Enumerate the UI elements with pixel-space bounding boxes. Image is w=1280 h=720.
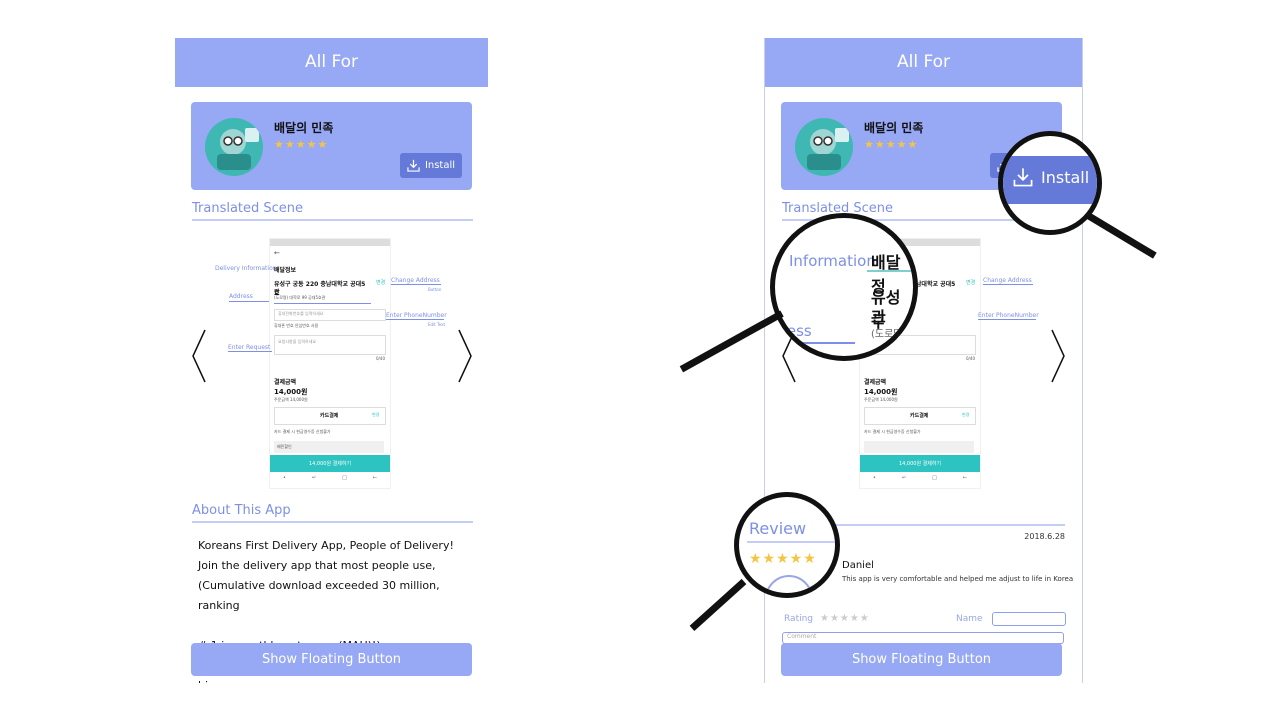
label-enter-phone: Enter PhoneNumber [386, 312, 447, 319]
char-counter: 0/40 [376, 356, 385, 361]
payment-title: 결제금액 [274, 379, 297, 386]
pay-button[interactable]: 14,000원 결제하기 [270, 455, 390, 472]
label-enter-phone: Enter PhoneNumber [978, 312, 1039, 319]
label-change-address: Change Address [391, 277, 440, 284]
magnifier-review-handle [689, 578, 747, 631]
nav-home-icon: □ [342, 475, 347, 481]
magnifier-information: Information 배달정 유성구 관 (도로명) ress [770, 213, 918, 361]
nav-recent-icon: ↵ [901, 475, 907, 481]
card-change-link[interactable]: 변경 [962, 412, 969, 418]
rating-label: Rating [784, 614, 814, 624]
show-floating-button[interactable]: Show Floating Button [781, 643, 1062, 676]
label-button: Button [428, 287, 442, 292]
chevron-right-icon[interactable] [1050, 328, 1066, 384]
about-line: (Cumulative download exceeded 30 million… [198, 579, 440, 612]
about-title: About This App [192, 503, 473, 523]
request-input[interactable]: 요청사항을 입력하세요 [278, 339, 316, 345]
translated-scene-title: Translated Scene [192, 201, 473, 221]
change-link[interactable]: 변경 [966, 279, 975, 286]
pay-note: 카드 결제 시 현금영수증 신청불가 [864, 429, 921, 434]
payment-title: 결제금액 [864, 379, 887, 386]
rating-input-stars[interactable]: ★★★★★ [820, 613, 870, 624]
app-icon [795, 118, 853, 176]
label-delivery-information: Delivery Information [215, 265, 277, 272]
chevron-left-icon[interactable] [191, 328, 207, 384]
label-edit-text: Edit Text [428, 322, 446, 327]
review-title: Review [749, 519, 807, 538]
chevron-right-icon[interactable] [457, 328, 473, 384]
review-date: 2018.6.28 [1024, 532, 1065, 541]
app-card: 배달의 민족 ★★★★★ Install [191, 102, 472, 190]
label-enter-request: Enter Request [228, 344, 271, 351]
app-rating-stars: ★★★★★ [274, 138, 329, 151]
card-pay[interactable]: 카드결제 [910, 412, 928, 419]
download-icon [1013, 168, 1033, 187]
install-label-zoomed: Install [1041, 167, 1090, 187]
pay-note: 카드 결제 시 현금영수증 신청불가 [274, 429, 331, 434]
nav-recent-icon: ↵ [311, 475, 317, 481]
app-rating-stars: ★★★★★ [864, 138, 919, 151]
app-header: All For [175, 38, 488, 87]
name-label: Name [956, 614, 983, 624]
about-line: Join the delivery app that most people u… [198, 559, 436, 572]
reviewer-name: Daniel [842, 560, 874, 571]
label-address: Address [229, 293, 253, 300]
show-floating-button[interactable]: Show Floating Button [191, 643, 472, 676]
download-icon [407, 159, 420, 172]
status-bar [270, 239, 390, 246]
phone-left: All For 배달의 민족 ★★★★★ Install Translated … [175, 38, 488, 683]
translated-screenshot: ← 배달정보 유성구 궁동 220 충남대학교 공대5호 관 (도로명) 대학로… [269, 238, 391, 489]
payment-amount: 14,000원 [864, 388, 898, 396]
amount-sub: 주문금액 14,000원 [864, 397, 898, 402]
app-name: 배달의 민족 [864, 121, 924, 135]
back-arrow-icon: ← [274, 249, 280, 257]
phone-input[interactable]: 휴대전화번호를 입력하세요 [278, 311, 323, 317]
delivery-info-title: 배달정보 [274, 267, 297, 274]
app-name: 배달의 민족 [274, 121, 334, 135]
reviewer-avatar [765, 575, 813, 593]
nav-dot-icon: • [872, 475, 876, 481]
card-pay[interactable]: 카드결제 [320, 412, 338, 419]
magnifier-review: Review ★★★★★ [734, 492, 840, 598]
phone-note: 휴대폰 번호 안심번호 사용 [274, 323, 319, 328]
payment-amount: 14,000원 [274, 388, 308, 396]
nav-home-icon: □ [932, 475, 937, 481]
magnifier-install: Install [998, 131, 1102, 235]
android-nav-bar: • ↵ □ ← [860, 475, 980, 486]
zoom-address-sub: (도로명) [871, 329, 907, 340]
nav-back-icon: ← [962, 475, 967, 481]
review-text: This app is very comfortable and helped … [842, 575, 1074, 583]
pay-button[interactable]: 14,000원 결제하기 [860, 455, 980, 472]
install-label: Install [424, 160, 456, 171]
install-button[interactable]: Install [400, 153, 462, 178]
zoom-information-label: Information [789, 252, 876, 270]
about-line [198, 616, 468, 636]
app-icon [205, 118, 263, 176]
card-change-link[interactable]: 변경 [372, 412, 379, 418]
amount-sub: 주문금액 14,000원 [274, 397, 308, 402]
nav-back-icon: ← [372, 475, 377, 481]
app-header: All For [765, 38, 1082, 87]
nav-dot-icon: • [282, 475, 286, 481]
review-stars: ★★★★★ [749, 551, 817, 567]
char-counter: 0/40 [966, 356, 975, 361]
name-input[interactable] [992, 612, 1066, 626]
address-sub: (도로명) 대학로 99 공대5호관 [274, 295, 326, 300]
about-line: Koreans First Delivery App, People of De… [198, 539, 454, 552]
android-nav-bar: • ↵ □ ← [270, 475, 390, 486]
zoom-address-label: ress [781, 322, 812, 340]
coupon-row: 배민할인 [277, 444, 292, 449]
change-link[interactable]: 변경 [376, 279, 385, 286]
magnifier-install-handle [1086, 212, 1157, 259]
label-change-address: Change Address [983, 277, 1032, 284]
